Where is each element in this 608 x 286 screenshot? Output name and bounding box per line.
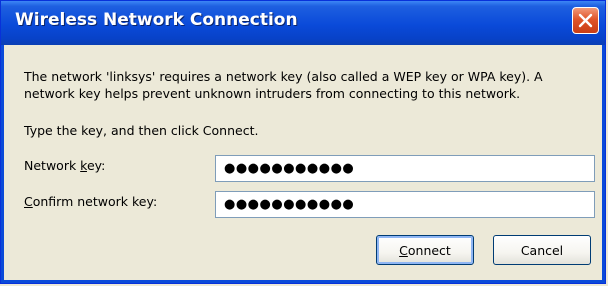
- dialog-window: Wireless Network Connection The network …: [0, 0, 606, 284]
- title-bar[interactable]: Wireless Network Connection: [1, 1, 605, 45]
- connect-button[interactable]: Connect: [376, 235, 474, 265]
- confirm-network-key-input[interactable]: ●●●●●●●●●●●: [215, 191, 595, 218]
- network-key-message: The network 'linksys' requires a network…: [24, 69, 543, 101]
- network-key-input[interactable]: ●●●●●●●●●●●: [215, 155, 595, 182]
- confirm-network-key-label: Confirm network key:: [24, 194, 158, 209]
- confirm-network-key-value: ●●●●●●●●●●●: [224, 197, 355, 212]
- window-title: Wireless Network Connection: [15, 10, 298, 30]
- dialog-body: The network 'linksys' requires a network…: [1, 45, 605, 283]
- close-button[interactable]: [572, 7, 599, 34]
- cancel-button[interactable]: Cancel: [493, 235, 591, 265]
- network-key-label: Network key:: [24, 158, 106, 173]
- instruction-text: Type the key, and then click Connect.: [24, 123, 259, 138]
- network-key-value: ●●●●●●●●●●●: [224, 161, 355, 176]
- close-icon: [578, 13, 593, 28]
